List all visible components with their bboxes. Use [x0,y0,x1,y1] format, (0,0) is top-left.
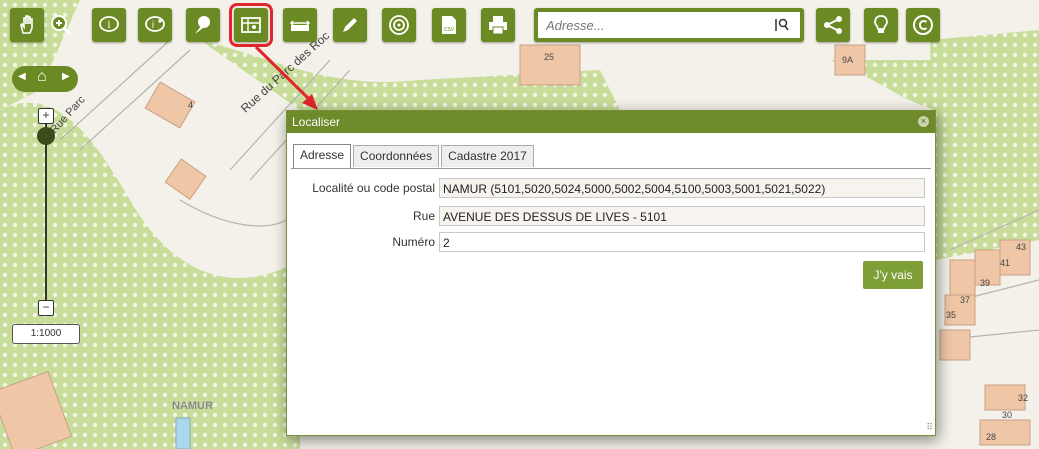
dialog-tabs: Adresse Coordonnées Cadastre 2017 [293,144,536,168]
zoom-in-icon[interactable] [44,8,78,42]
share-icon[interactable] [816,8,850,42]
zoom-slider-track[interactable] [45,124,47,306]
house-number: 32 [1018,393,1029,403]
go-button[interactable]: J'y vais [863,261,923,289]
locality-row: Localité ou code postal NAMUR (5101,5020… [291,178,925,198]
address-search [534,8,804,42]
street-row: Rue AVENUE DES DESSUS DE LIVES - 5101 [291,206,925,226]
address-search-input[interactable] [538,12,764,38]
svg-text:CSV: CSV [444,27,455,33]
house-number: 28 [986,432,997,442]
close-icon[interactable]: × [918,116,929,127]
tab-adresse[interactable]: Adresse [293,144,352,168]
house-number: 30 [1002,410,1013,420]
svg-text:i: i [107,20,110,31]
layers-icon[interactable] [186,8,220,42]
localiser-icon[interactable] [229,3,273,47]
buffer-icon[interactable] [382,8,416,42]
draw-icon[interactable] [333,8,367,42]
info-icon[interactable]: i [92,8,126,42]
pan-right-icon[interactable]: ▶ [62,71,70,82]
svg-text:i: i [152,20,154,31]
house-number: 41 [1000,258,1011,268]
scale-indicator: 1:1000 [12,324,80,344]
house-number: 4 [188,100,194,110]
info-plus-icon[interactable]: i [138,8,172,42]
number-row: Numéro 2 [291,232,925,252]
tab-cadastre[interactable]: Cadastre 2017 [441,145,534,167]
number-label: Numéro [392,235,435,249]
house-number: 35 [946,310,957,320]
pan-hand-icon[interactable] [10,8,44,42]
resize-grip-icon[interactable]: ⠿ [926,422,933,433]
place-label: NAMUR [172,400,213,412]
localiser-dialog: Localiser × Adresse Coordonnées Cadastre… [286,110,936,436]
zoom-slider-handle[interactable] [37,127,55,145]
house-number: 25 [544,52,555,62]
tab-coordonnees[interactable]: Coordonnées [353,145,440,167]
measure-icon[interactable] [283,8,317,42]
house-number: 9A [842,55,854,65]
number-field[interactable]: 2 [439,232,925,252]
house-number: 43 [1016,242,1027,252]
copyright-icon[interactable] [906,8,940,42]
bulb-icon[interactable] [864,8,898,42]
dialog-title: Localiser [292,115,341,129]
house-number: 39 [980,278,991,288]
pan-control[interactable]: ◀ ⌂ ▶ [12,66,78,92]
csv-icon[interactable]: CSV [432,8,466,42]
home-icon[interactable]: ⌂ [37,68,47,86]
street-label: Rue [412,209,435,223]
pan-left-icon[interactable]: ◀ [18,71,26,82]
tab-divider [291,168,931,169]
search-icon[interactable] [764,12,800,38]
dialog-header[interactable]: Localiser × [287,111,935,133]
locality-field[interactable]: NAMUR (5101,5020,5024,5000,5002,5004,510… [439,178,925,198]
house-number: 37 [960,295,971,305]
locality-label: Localité ou code postal [312,181,435,195]
print-icon[interactable] [481,8,515,42]
zoom-minus-button[interactable]: − [38,300,54,316]
zoom-plus-button[interactable]: + [38,108,54,124]
street-field[interactable]: AVENUE DES DESSUS DE LIVES - 5101 [439,206,925,226]
